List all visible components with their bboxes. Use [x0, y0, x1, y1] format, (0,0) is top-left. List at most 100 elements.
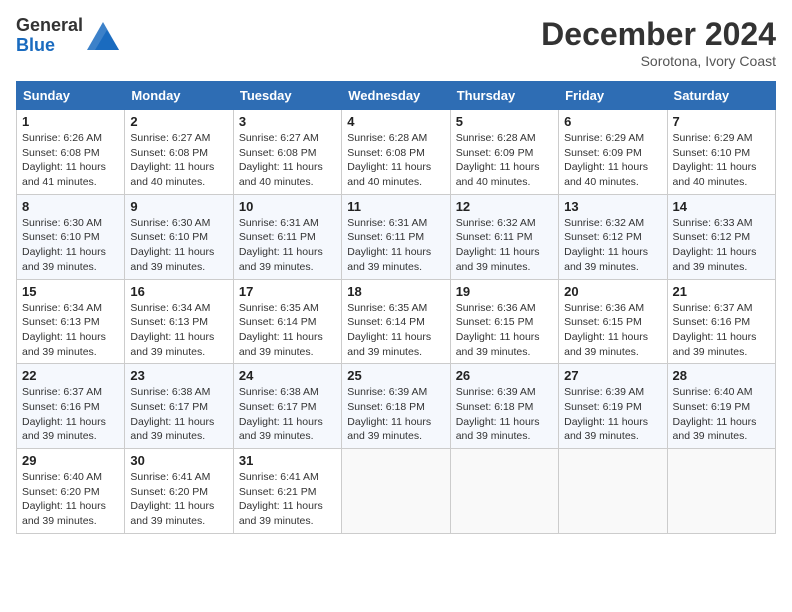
day-number: 26	[456, 368, 553, 383]
location-subtitle: Sorotona, Ivory Coast	[541, 53, 776, 69]
table-row: 13 Sunrise: 6:32 AM Sunset: 6:12 PM Dayli…	[559, 194, 667, 279]
table-row: 19 Sunrise: 6:36 AM Sunset: 6:15 PM Dayli…	[450, 279, 558, 364]
day-info: Sunrise: 6:39 AM Sunset: 6:18 PM Dayligh…	[347, 385, 444, 444]
day-number: 30	[130, 453, 227, 468]
day-number: 11	[347, 199, 444, 214]
col-monday: Monday	[125, 82, 233, 110]
day-number: 21	[673, 284, 770, 299]
day-number: 12	[456, 199, 553, 214]
day-number: 27	[564, 368, 661, 383]
day-number: 23	[130, 368, 227, 383]
day-number: 5	[456, 114, 553, 129]
table-row: 14Sunrise: 6:33 AM Sunset: 6:12 PM Dayli…	[667, 194, 775, 279]
day-number: 18	[347, 284, 444, 299]
table-row: 2 Sunrise: 6:27 AM Sunset: 6:08 PM Daylig…	[125, 110, 233, 195]
day-info: Sunrise: 6:38 AM Sunset: 6:17 PM Dayligh…	[239, 385, 336, 444]
table-row: 16 Sunrise: 6:34 AM Sunset: 6:13 PM Dayli…	[125, 279, 233, 364]
col-wednesday: Wednesday	[342, 82, 450, 110]
calendar-week-row: 22Sunrise: 6:37 AM Sunset: 6:16 PM Dayli…	[17, 364, 776, 449]
day-info: Sunrise: 6:35 AM Sunset: 6:14 PM Dayligh…	[347, 301, 444, 360]
day-info: Sunrise: 6:32 AM Sunset: 6:12 PM Dayligh…	[564, 216, 661, 275]
day-info: Sunrise: 6:39 AM Sunset: 6:18 PM Dayligh…	[456, 385, 553, 444]
table-row: 10 Sunrise: 6:31 AM Sunset: 6:11 PM Dayli…	[233, 194, 341, 279]
day-info: Sunrise: 6:41 AM Sunset: 6:21 PM Dayligh…	[239, 470, 336, 529]
table-row: 31Sunrise: 6:41 AM Sunset: 6:21 PM Dayli…	[233, 449, 341, 534]
day-number: 24	[239, 368, 336, 383]
day-info: Sunrise: 6:29 AM Sunset: 6:09 PM Dayligh…	[564, 131, 661, 190]
day-info: Sunrise: 6:32 AM Sunset: 6:11 PM Dayligh…	[456, 216, 553, 275]
day-info: Sunrise: 6:36 AM Sunset: 6:15 PM Dayligh…	[456, 301, 553, 360]
day-info: Sunrise: 6:27 AM Sunset: 6:08 PM Dayligh…	[239, 131, 336, 190]
table-row: 4Sunrise: 6:28 AM Sunset: 6:08 PM Daylig…	[342, 110, 450, 195]
table-row	[559, 449, 667, 534]
table-row: 24 Sunrise: 6:38 AM Sunset: 6:17 PM Dayli…	[233, 364, 341, 449]
day-info: Sunrise: 6:27 AM Sunset: 6:08 PM Dayligh…	[130, 131, 227, 190]
month-title: December 2024	[541, 16, 776, 53]
title-block: December 2024 Sorotona, Ivory Coast	[541, 16, 776, 69]
table-row: 20 Sunrise: 6:36 AM Sunset: 6:15 PM Dayli…	[559, 279, 667, 364]
table-row: 1Sunrise: 6:26 AM Sunset: 6:08 PM Daylig…	[17, 110, 125, 195]
day-info: Sunrise: 6:37 AM Sunset: 6:16 PM Dayligh…	[673, 301, 770, 360]
calendar-table: Sunday Monday Tuesday Wednesday Thursday…	[16, 81, 776, 534]
table-row: 11 Sunrise: 6:31 AM Sunset: 6:11 PM Dayli…	[342, 194, 450, 279]
day-number: 16	[130, 284, 227, 299]
table-row: 30 Sunrise: 6:41 AM Sunset: 6:20 PM Dayli…	[125, 449, 233, 534]
table-row: 3 Sunrise: 6:27 AM Sunset: 6:08 PM Daylig…	[233, 110, 341, 195]
day-number: 22	[22, 368, 119, 383]
table-row: 6 Sunrise: 6:29 AM Sunset: 6:09 PM Daylig…	[559, 110, 667, 195]
table-row: 27 Sunrise: 6:39 AM Sunset: 6:19 PM Dayli…	[559, 364, 667, 449]
table-row: 26 Sunrise: 6:39 AM Sunset: 6:18 PM Dayli…	[450, 364, 558, 449]
calendar-week-row: 29 Sunrise: 6:40 AM Sunset: 6:20 PM Dayli…	[17, 449, 776, 534]
day-info: Sunrise: 6:40 AM Sunset: 6:19 PM Dayligh…	[673, 385, 770, 444]
table-row: 15 Sunrise: 6:34 AM Sunset: 6:13 PM Dayli…	[17, 279, 125, 364]
table-row: 9Sunrise: 6:30 AM Sunset: 6:10 PM Daylig…	[125, 194, 233, 279]
table-row: 21 Sunrise: 6:37 AM Sunset: 6:16 PM Dayli…	[667, 279, 775, 364]
table-row: 5 Sunrise: 6:28 AM Sunset: 6:09 PM Daylig…	[450, 110, 558, 195]
logo-text: General Blue	[16, 16, 83, 56]
day-number: 20	[564, 284, 661, 299]
day-info: Sunrise: 6:30 AM Sunset: 6:10 PM Dayligh…	[22, 216, 119, 275]
day-info: Sunrise: 6:41 AM Sunset: 6:20 PM Dayligh…	[130, 470, 227, 529]
table-row: 28Sunrise: 6:40 AM Sunset: 6:19 PM Dayli…	[667, 364, 775, 449]
day-number: 25	[347, 368, 444, 383]
table-row: 23 Sunrise: 6:38 AM Sunset: 6:17 PM Dayli…	[125, 364, 233, 449]
day-number: 19	[456, 284, 553, 299]
day-info: Sunrise: 6:28 AM Sunset: 6:09 PM Dayligh…	[456, 131, 553, 190]
day-info: Sunrise: 6:31 AM Sunset: 6:11 PM Dayligh…	[347, 216, 444, 275]
day-info: Sunrise: 6:34 AM Sunset: 6:13 PM Dayligh…	[130, 301, 227, 360]
table-row	[450, 449, 558, 534]
logo-icon	[87, 22, 119, 50]
day-number: 13	[564, 199, 661, 214]
col-thursday: Thursday	[450, 82, 558, 110]
day-number: 9	[130, 199, 227, 214]
calendar-week-row: 15 Sunrise: 6:34 AM Sunset: 6:13 PM Dayli…	[17, 279, 776, 364]
day-info: Sunrise: 6:40 AM Sunset: 6:20 PM Dayligh…	[22, 470, 119, 529]
day-info: Sunrise: 6:33 AM Sunset: 6:12 PM Dayligh…	[673, 216, 770, 275]
day-number: 15	[22, 284, 119, 299]
day-info: Sunrise: 6:34 AM Sunset: 6:13 PM Dayligh…	[22, 301, 119, 360]
table-row	[667, 449, 775, 534]
calendar-week-row: 8Sunrise: 6:30 AM Sunset: 6:10 PM Daylig…	[17, 194, 776, 279]
col-sunday: Sunday	[17, 82, 125, 110]
day-info: Sunrise: 6:39 AM Sunset: 6:19 PM Dayligh…	[564, 385, 661, 444]
day-number: 17	[239, 284, 336, 299]
day-info: Sunrise: 6:36 AM Sunset: 6:15 PM Dayligh…	[564, 301, 661, 360]
day-info: Sunrise: 6:38 AM Sunset: 6:17 PM Dayligh…	[130, 385, 227, 444]
day-number: 29	[22, 453, 119, 468]
day-number: 3	[239, 114, 336, 129]
page-header: General Blue December 2024 Sorotona, Ivo…	[16, 16, 776, 69]
day-number: 10	[239, 199, 336, 214]
day-number: 1	[22, 114, 119, 129]
table-row: 29 Sunrise: 6:40 AM Sunset: 6:20 PM Dayli…	[17, 449, 125, 534]
day-number: 7	[673, 114, 770, 129]
day-info: Sunrise: 6:35 AM Sunset: 6:14 PM Dayligh…	[239, 301, 336, 360]
table-row: 25 Sunrise: 6:39 AM Sunset: 6:18 PM Dayli…	[342, 364, 450, 449]
day-info: Sunrise: 6:28 AM Sunset: 6:08 PM Dayligh…	[347, 131, 444, 190]
table-row	[342, 449, 450, 534]
day-number: 2	[130, 114, 227, 129]
col-tuesday: Tuesday	[233, 82, 341, 110]
logo: General Blue	[16, 16, 119, 56]
col-friday: Friday	[559, 82, 667, 110]
day-number: 6	[564, 114, 661, 129]
day-info: Sunrise: 6:31 AM Sunset: 6:11 PM Dayligh…	[239, 216, 336, 275]
